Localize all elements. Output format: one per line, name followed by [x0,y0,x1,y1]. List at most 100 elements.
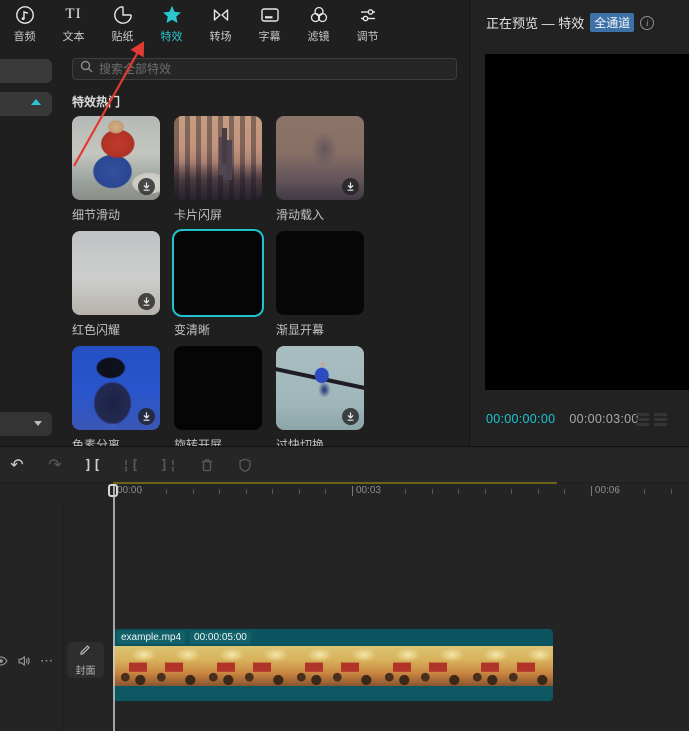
undo-button[interactable]: ↶ [8,456,26,474]
clip-duration: 00:00:05:00 [190,631,251,644]
capcut-editor-window: 音频 TI 文本 贴纸 特效 转场 [0,0,689,731]
ruler-tick [644,489,645,494]
playhead-line[interactable] [113,486,115,731]
ruler-tick [617,489,618,494]
cover-button[interactable]: 封面 [67,642,104,678]
download-icon [342,178,359,195]
channel-badge[interactable]: 全通道 [590,13,634,32]
chevron-down-icon [34,421,42,426]
list-bars-icon[interactable] [654,413,667,426]
ruler-tick [405,489,406,494]
effect-name: 变清晰 [174,321,262,338]
effect-thumbnail [72,116,160,200]
effect-name: 滑动载入 [276,206,364,223]
preview-scale-controls [636,413,667,426]
sticker-icon [112,4,134,26]
ruler-tick [458,489,459,494]
ruler-tick [140,489,141,494]
tab-text[interactable]: TI 文本 [49,2,98,46]
effect-thumbnail [72,231,160,315]
ruler-tick [432,489,433,494]
ruler-tick [193,489,194,494]
preview-timecodes: 00:00:00:00 00:00:03:00 [486,412,639,426]
preview-title: 正在预览 — 特效 [486,13,584,32]
cyan-indicator-icon [31,99,41,105]
effect-card[interactable]: 细节滑动 [72,116,160,223]
mark-shield-button[interactable] [236,456,254,474]
current-timecode: 00:00:00:00 [486,412,555,426]
ruler-tick [246,489,247,494]
delete-button[interactable] [198,456,216,474]
speaker-icon[interactable] [17,654,31,668]
tab-effects[interactable]: 特效 [147,2,196,46]
tab-subtitle[interactable]: 字幕 [245,2,294,46]
timeline-ruler[interactable]: 00:0000:0300:06 [0,484,689,501]
track-header-controls: ⋯ [0,653,54,669]
effect-thumbnail [276,231,364,315]
more-options-icon[interactable]: ⋯ [40,653,54,669]
video-clip[interactable]: example.mp4 00:00:05:00 [113,629,553,701]
ruler-label: 00:03 [352,485,381,496]
ruler-tick [299,489,300,494]
track-header-divider [62,501,63,731]
effects-grid: 细节滑动 卡片闪屏 滑动载入 红色闪耀 [72,116,464,447]
timeline-toolbar: ↶ ↷ ][ ¦[ ]¦ [0,448,689,483]
effect-name: 卡片闪屏 [174,206,262,223]
effects-star-icon [161,4,183,26]
trim-right-button[interactable]: ]¦ [160,456,178,474]
effect-card[interactable]: 旋转开屏 [174,346,262,447]
effect-card[interactable]: 渐显开幕 [276,231,364,338]
clip-audio-bar [113,686,553,701]
effect-name: 色素分离 [72,436,160,447]
preview-viewport[interactable] [485,54,689,390]
list-bars-icon[interactable] [636,413,649,426]
tab-effects-label: 特效 [161,28,183,44]
effect-card[interactable]: 红色闪耀 [72,231,160,338]
search-icon [80,60,93,78]
tab-filter[interactable]: 滤镜 [294,2,343,46]
category-chip-clipped[interactable] [0,59,52,83]
split-clip-button[interactable]: ][ [84,456,102,474]
section-title-hot-effects: 特效热门 [72,93,120,110]
tab-adjust[interactable]: 调节 [343,2,392,46]
preview-header: 正在预览 — 特效 全通道 i [486,13,654,32]
filmstrip-frame [421,646,465,686]
info-icon[interactable]: i [640,16,654,30]
filter-icon [308,4,330,26]
filmstrip-frame [465,646,509,686]
filmstrip-frame [245,646,289,686]
filmstrip-frame [113,646,157,686]
tab-sticker[interactable]: 贴纸 [98,2,147,46]
trim-left-button[interactable]: ¦[ [122,456,140,474]
effect-card[interactable]: 过快切换 [276,346,364,447]
effects-search-bar[interactable] [72,58,457,80]
download-icon [138,408,155,425]
tab-transition[interactable]: 转场 [196,2,245,46]
tab-audio[interactable]: 音频 [0,2,49,46]
download-icon [138,178,155,195]
effect-thumbnail [174,116,262,200]
ruler-tick [564,489,565,494]
download-icon [138,293,155,310]
effect-card[interactable]: 色素分离 [72,346,160,447]
effect-name: 红色闪耀 [72,321,160,338]
tab-audio-label: 音频 [14,28,36,44]
ruler-tick [272,489,273,494]
tab-transition-label: 转场 [210,28,232,44]
effect-card[interactable]: 滑动载入 [276,116,364,223]
ruler-tick [671,489,672,494]
effect-card-selected[interactable]: 变清晰 [174,231,262,338]
media-type-toolbar: 音频 TI 文本 贴纸 特效 转场 [0,0,470,47]
effect-card[interactable]: 卡片闪屏 [174,116,262,223]
category-chip-active-clipped[interactable] [0,92,52,116]
eye-icon[interactable] [0,654,8,668]
effect-thumbnail [174,346,262,430]
tab-filter-label: 滤镜 [308,28,330,44]
adjust-sliders-icon [357,4,379,26]
redo-button[interactable]: ↷ [46,456,64,474]
total-timecode: 00:00:03:00 [569,412,638,426]
collapsed-dropdown-clipped[interactable] [0,412,52,436]
search-input[interactable] [99,62,449,76]
preview-panel: 正在预览 — 特效 全通道 i 00:00:00:00 00:00:03:00 [471,0,689,447]
effect-name: 旋转开屏 [174,436,262,447]
